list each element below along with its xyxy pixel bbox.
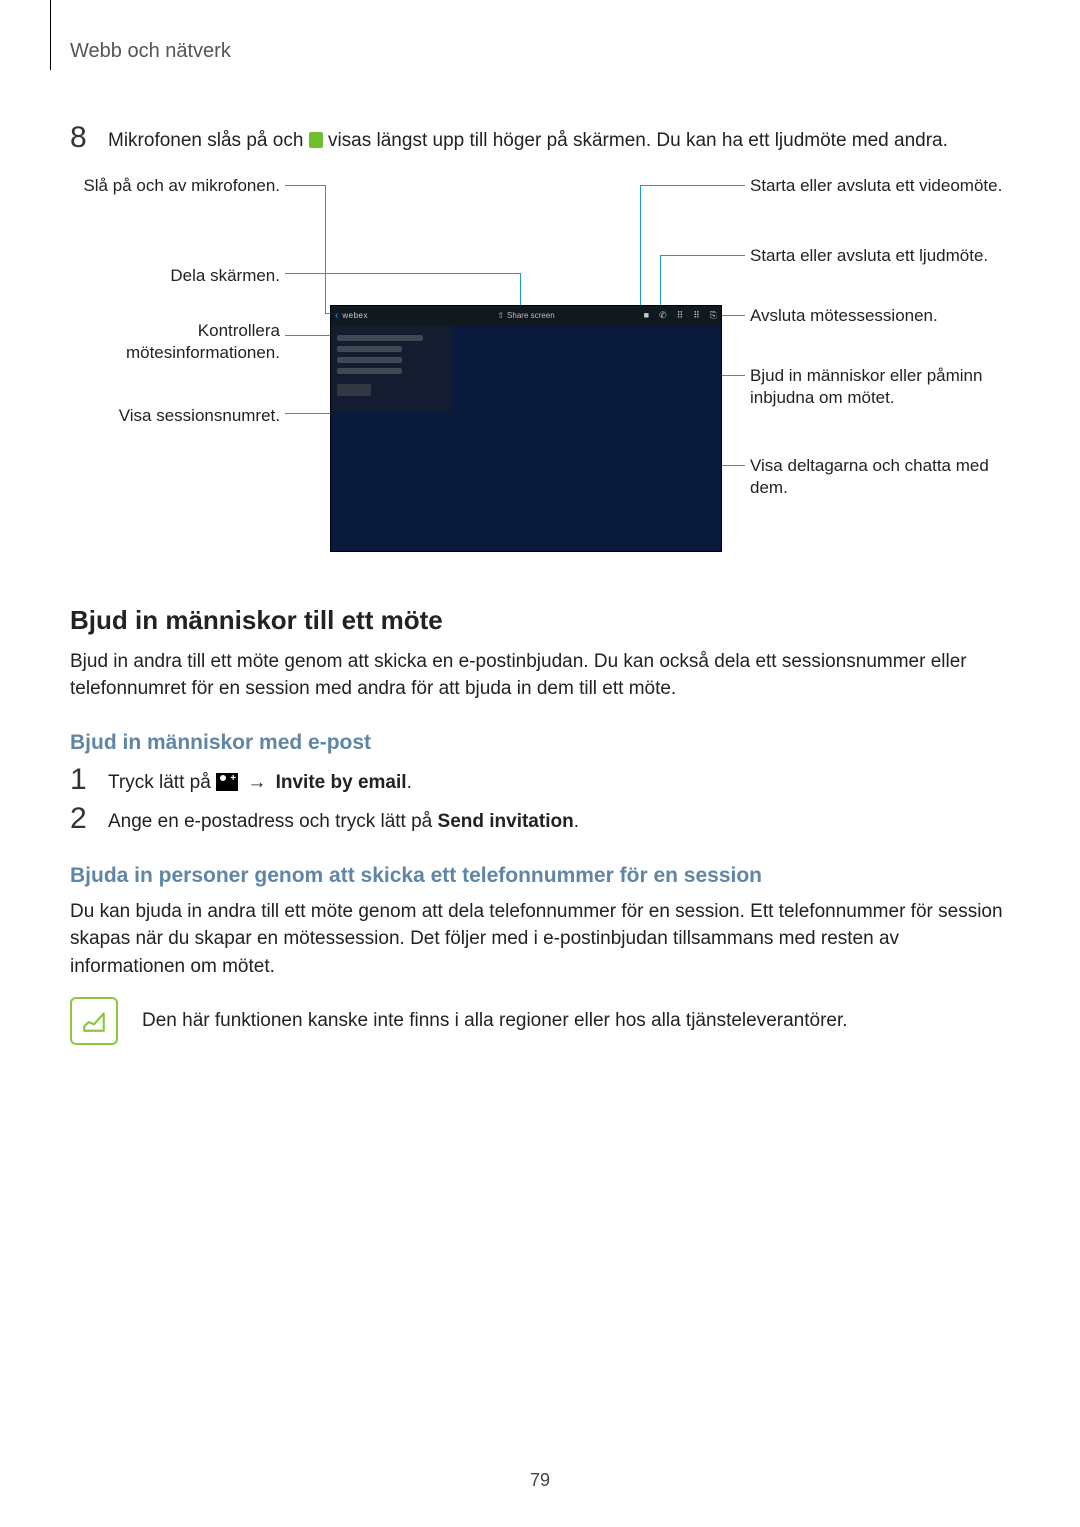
audio-icon[interactable]: ✆ bbox=[659, 310, 667, 321]
email-step-1: 1 Tryck lätt på → Invite by email. bbox=[70, 765, 1010, 797]
step-text: Mikrofonen slås på och visas längst upp … bbox=[108, 123, 948, 155]
breadcrumb: Webb och nätverk bbox=[70, 40, 1010, 63]
step-number: 1 bbox=[70, 765, 100, 795]
callout-end-session: Avsluta mötessessionen. bbox=[750, 305, 1010, 327]
callout-mic-toggle: Slå på och av mikrofonen. bbox=[70, 175, 280, 197]
step8-text-b: visas längst upp till höger på skärmen. … bbox=[328, 130, 948, 151]
invite-email-heading: Bjud in människor med e-post bbox=[70, 731, 1010, 755]
invite-by-email-label: Invite by email bbox=[276, 772, 407, 793]
note-icon bbox=[70, 997, 118, 1045]
note-box: Den här funktionen kanske inte finns i a… bbox=[70, 997, 1010, 1045]
step1-tail: . bbox=[407, 772, 412, 793]
step2-tail: . bbox=[574, 811, 579, 832]
callout-diagram: Slå på och av mikrofonen. Dela skärmen. … bbox=[70, 165, 1010, 565]
callout-session-number: Visa sessionsnumret. bbox=[70, 405, 280, 427]
share-label: Share screen bbox=[507, 311, 555, 320]
callout-audio-meeting: Starta eller avsluta ett ljudmöte. bbox=[750, 245, 1010, 267]
mic-status-icon bbox=[309, 132, 323, 148]
add-person-icon bbox=[216, 773, 238, 791]
add-person-icon[interactable]: ⠿ bbox=[693, 310, 700, 321]
invite-heading: Bjud in människor till ett möte bbox=[70, 605, 1010, 636]
step-number: 2 bbox=[70, 804, 100, 834]
meeting-info-panel bbox=[331, 326, 451, 411]
app-screenshot: ‹ webex ⇧ Share screen ■ ✆ ⠿ ⠿ ⎘ bbox=[330, 305, 722, 552]
step2-text-a: Ange en e-postadress och tryck lätt på bbox=[108, 811, 438, 832]
callout-video-meeting: Starta eller avsluta ett videomöte. bbox=[750, 175, 1010, 197]
invite-intro: Bjud in andra till ett möte genom att sk… bbox=[70, 648, 1010, 703]
note-text: Den här funktionen kanske inte finns i a… bbox=[142, 1010, 848, 1032]
video-icon[interactable]: ■ bbox=[644, 310, 649, 321]
leave-icon[interactable]: ⎘ bbox=[710, 310, 717, 321]
step1-text-a: Tryck lätt på bbox=[108, 772, 216, 793]
webex-logo: webex bbox=[342, 311, 368, 320]
share-icon: ⇧ bbox=[497, 311, 504, 320]
invite-phone-heading: Bjuda in personer genom att skicka ett t… bbox=[70, 864, 1010, 888]
participants-icon[interactable]: ⠿ bbox=[677, 310, 684, 321]
callout-invite-remind: Bjud in människor eller påminn inbjudna … bbox=[750, 365, 1010, 409]
send-invitation-label: Send invitation bbox=[438, 811, 574, 832]
step-8: 8 Mikrofonen slås på och visas längst up… bbox=[70, 123, 1010, 155]
share-screen-button[interactable]: ⇧ Share screen bbox=[497, 311, 554, 320]
callout-share-screen: Dela skärmen. bbox=[70, 265, 280, 287]
page-number: 79 bbox=[0, 1470, 1080, 1491]
email-step-2: 2 Ange en e-postadress och tryck lätt på… bbox=[70, 804, 1010, 836]
callout-meeting-info: Kontrollera mötesinformationen. bbox=[70, 320, 280, 364]
invite-phone-body: Du kan bjuda in andra till ett möte geno… bbox=[70, 898, 1010, 981]
back-chevron-icon: ‹ bbox=[335, 310, 338, 321]
callout-view-attendees: Visa deltagarna och chatta med dem. bbox=[750, 455, 1010, 499]
step8-text-a: Mikrofonen slås på och bbox=[108, 130, 309, 151]
arrow-icon: → bbox=[247, 770, 266, 797]
step-number: 8 bbox=[70, 123, 100, 153]
app-topbar: ‹ webex ⇧ Share screen ■ ✆ ⠿ ⠿ ⎘ bbox=[331, 306, 721, 326]
